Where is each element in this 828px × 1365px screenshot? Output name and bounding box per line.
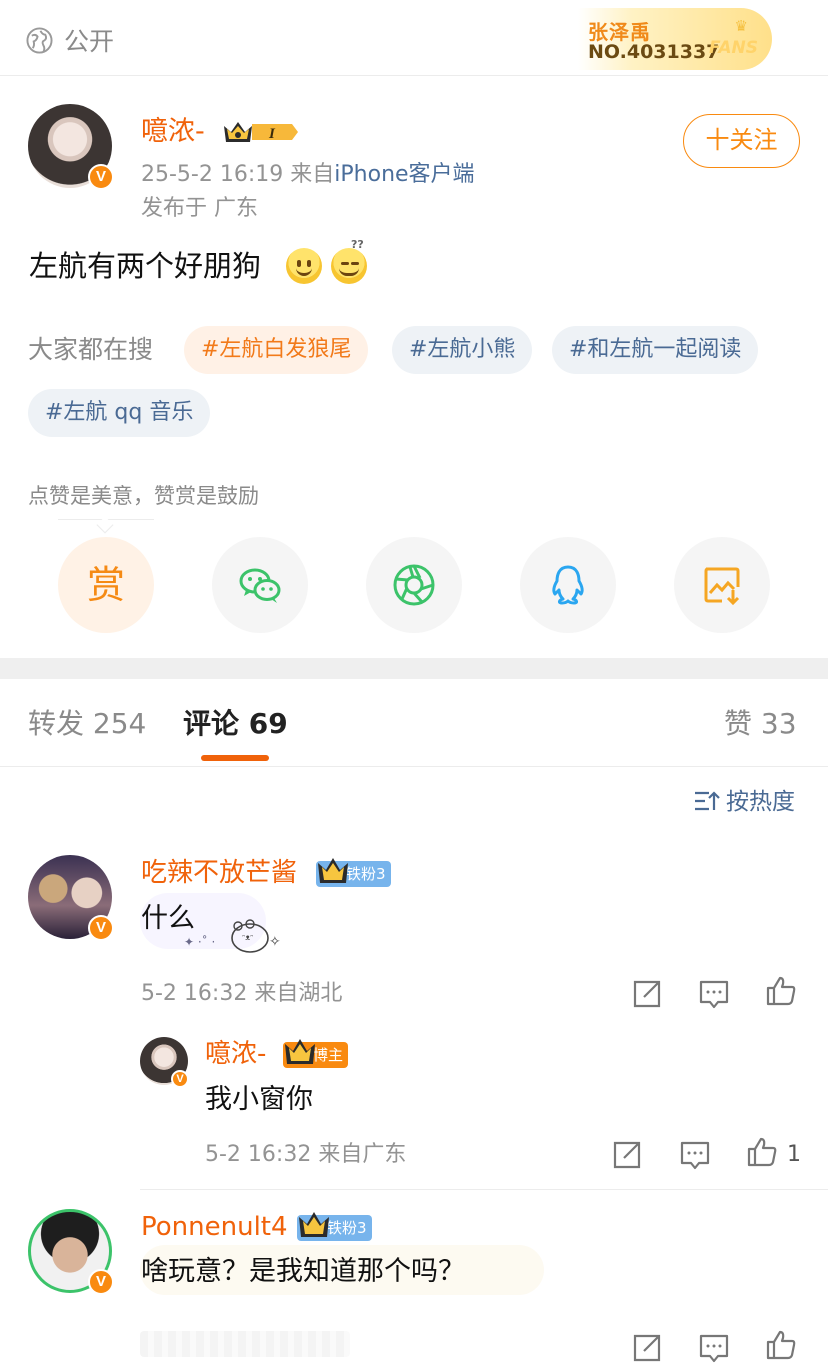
commenter-name[interactable]: Ponnenult4	[141, 1211, 288, 1243]
repost-icon[interactable]	[631, 1332, 663, 1364]
svg-text:ᵔᴥᵔ: ᵔᴥᵔ	[242, 933, 253, 942]
comment-icon[interactable]	[698, 978, 730, 1010]
trending-tag[interactable]: #左航小熊	[392, 326, 533, 374]
repost-icon[interactable]	[631, 978, 663, 1010]
comment-meta: 5-2 16:32 来自湖北	[141, 981, 343, 1006]
like-icon[interactable]	[746, 1136, 778, 1168]
reply-meta: 5-2 16:32 来自广东	[205, 1142, 407, 1167]
trending-tag[interactable]: #左航 qq 音乐	[28, 389, 211, 437]
verified-badge-icon: V	[88, 1269, 114, 1295]
host-badge-text: 博主	[313, 1046, 344, 1064]
section-divider	[0, 658, 828, 679]
fan-level-badge: 铁粉3	[316, 858, 391, 887]
comment-divider	[140, 1189, 828, 1190]
comment-meta-placeholder	[140, 1331, 350, 1357]
fans-badge[interactable]: 张泽禹 NO.4031337 ♛ FANS	[578, 8, 772, 70]
share-qq-button[interactable]	[520, 537, 616, 633]
post-client-link[interactable]: iPhone客户端	[334, 162, 474, 187]
commenter-name[interactable]: 吃辣不放芒酱	[141, 857, 297, 889]
like-icon[interactable]	[765, 975, 797, 1007]
post-meta: 25-5-2 16:19 来自iPhone客户端	[141, 161, 475, 189]
tab-comments[interactable]: 评论 69	[183, 706, 288, 742]
crown-icon	[318, 858, 348, 883]
fan-level-text: 铁粉3	[346, 865, 386, 883]
comment-text: 啥玩意？是我知道那个吗？	[141, 1256, 465, 1287]
repost-icon[interactable]	[611, 1139, 643, 1171]
svg-text:✦ ·˚ ·: ✦ ·˚ ·	[184, 934, 215, 949]
trending-tag[interactable]: #左航白发狼尾	[184, 326, 369, 374]
verified-badge-icon: V	[88, 915, 114, 941]
verified-badge-icon: V	[88, 164, 114, 190]
share-moments-button[interactable]	[366, 537, 462, 633]
reward-icon: 赏	[86, 563, 125, 607]
active-tab-indicator	[201, 755, 269, 761]
post-text: 左航有两个好朋狗	[29, 249, 262, 283]
moments-icon	[393, 564, 435, 606]
fans-badge-word: FANS	[708, 38, 758, 58]
smile-emoji-icon	[286, 248, 322, 284]
tabs-divider	[0, 766, 828, 767]
tab-repost[interactable]: 转发 254	[28, 706, 146, 742]
post-timestamp: 25-5-2 16:19	[141, 162, 284, 187]
sort-icon	[695, 791, 720, 811]
reward-hint: 点赞是美意，赞赏是鼓励	[28, 484, 259, 508]
fans-badge-number: NO.4031337	[588, 41, 720, 63]
reply-author-name[interactable]: 噫浓-	[205, 1038, 266, 1070]
verified-badge-icon: V	[171, 1070, 189, 1088]
trending-search-label: 大家都在搜	[28, 335, 154, 364]
visibility-bar: 公开 张泽禹 NO.4031337 ♛ FANS	[0, 0, 828, 76]
member-crown-badge-icon[interactable]: I	[222, 118, 298, 146]
crown-icon	[285, 1039, 315, 1064]
sort-selector[interactable]: 按热度	[694, 788, 795, 816]
follow-button[interactable]: 十关注	[683, 114, 800, 168]
globe-icon	[26, 27, 53, 54]
tab-likes[interactable]: 赞 33	[724, 706, 797, 742]
trending-tag[interactable]: #和左航一起阅读	[552, 326, 759, 374]
reward-button[interactable]: 赏	[58, 537, 154, 633]
comment-icon[interactable]	[698, 1332, 730, 1364]
post-location: 发布于 广东	[141, 196, 258, 221]
host-badge: 博主	[283, 1039, 349, 1068]
save-image-icon	[704, 567, 740, 606]
wechat-icon	[239, 568, 281, 603]
save-image-button[interactable]	[674, 537, 770, 633]
author-name[interactable]: 噫浓-	[141, 115, 205, 149]
like-icon[interactable]	[765, 1329, 797, 1361]
crown-icon: ♛	[734, 17, 748, 35]
share-wechat-button[interactable]	[212, 537, 308, 633]
visibility-label: 公开	[64, 27, 115, 56]
crown-icon	[299, 1212, 329, 1237]
thinking-grin-emoji-icon: ??	[331, 238, 367, 284]
qq-icon	[552, 565, 584, 605]
like-count: 1	[787, 1142, 801, 1167]
bear-sticker-icon: ✦ ·˚ · ᵔᴥᵔ ✧	[184, 919, 281, 953]
post-source-prefix: 来自	[290, 162, 335, 187]
member-level: I	[268, 126, 276, 142]
reply-text: 我小窗你	[205, 1084, 313, 1115]
comment-icon[interactable]	[679, 1139, 711, 1171]
fan-level-text: 铁粉3	[327, 1219, 367, 1237]
fan-level-badge: 铁粉3	[297, 1212, 372, 1241]
sort-label: 按热度	[726, 789, 795, 815]
svg-text:✧: ✧	[269, 934, 281, 950]
